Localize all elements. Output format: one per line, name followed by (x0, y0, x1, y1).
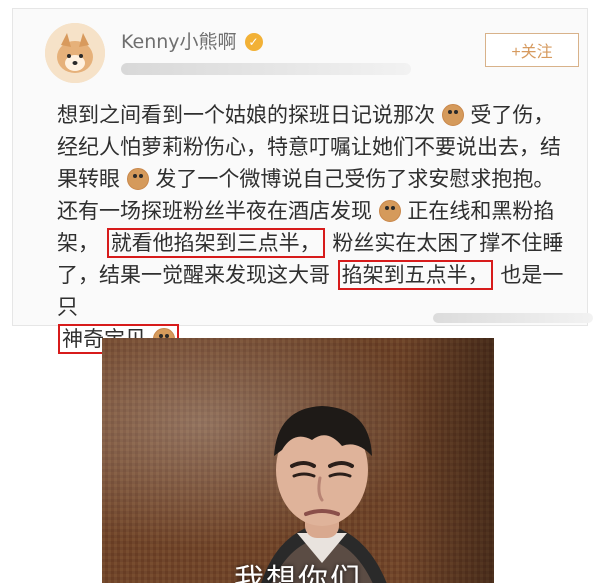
meme-caption: 我想你们 (234, 563, 362, 583)
post-text-line: 经纪人怕萝莉粉伤心，特意叮嘱让她们不要说出去，结 (57, 135, 561, 159)
shiba-avatar-icon (45, 23, 105, 83)
user-avatar[interactable] (45, 23, 105, 83)
doge-emoji-icon (441, 104, 464, 126)
highlight-box: 就看他掐架到三点半， (106, 228, 325, 258)
post-text-line: 正在线和黑粉掐 (407, 199, 555, 223)
follow-button[interactable]: +关注 (485, 33, 579, 67)
post-meta-blurred (121, 63, 411, 75)
doge-emoji-icon (378, 200, 401, 222)
follow-label: +关注 (511, 44, 553, 61)
post-text-line: 想到之间看到一个姑娘的探班日记说那次 (57, 103, 435, 127)
post-text-line: 果转眼 (57, 167, 120, 191)
post-text-line: 发了一个微博说自己受伤了求安慰求抱抱。 (155, 167, 555, 191)
meme-image: 我想你们 (102, 338, 494, 583)
post-text-line: 粉丝实在太困了撑不住睡 (332, 231, 564, 255)
highlighted-text: 掐架到五点半， (341, 263, 489, 287)
username-text[interactable]: Kenny小熊啊 (121, 31, 237, 53)
weibo-post-card: Kenny小熊啊 ✓ +关注 想到之间看到一个姑娘的探班日记说那次 受了伤， 经… (12, 8, 593, 354)
doge-emoji-icon (126, 168, 149, 190)
post-author[interactable]: Kenny小熊啊 ✓ (121, 27, 263, 54)
post-text-line: 了，结果一觉醒来发现这大哥 (57, 263, 330, 287)
post-text-line: 受了伤， (470, 103, 555, 127)
highlight-box: 掐架到五点半， (337, 260, 493, 290)
post-text-line: 架， (57, 231, 99, 255)
post-text-line: 还有一场探班粉丝半夜在酒店发现 (57, 199, 372, 223)
blurred-footer (433, 313, 593, 323)
man-portrait-icon (261, 406, 387, 583)
verified-badge-icon: ✓ (244, 33, 263, 51)
highlighted-text: 就看他掐架到三点半， (110, 231, 321, 255)
